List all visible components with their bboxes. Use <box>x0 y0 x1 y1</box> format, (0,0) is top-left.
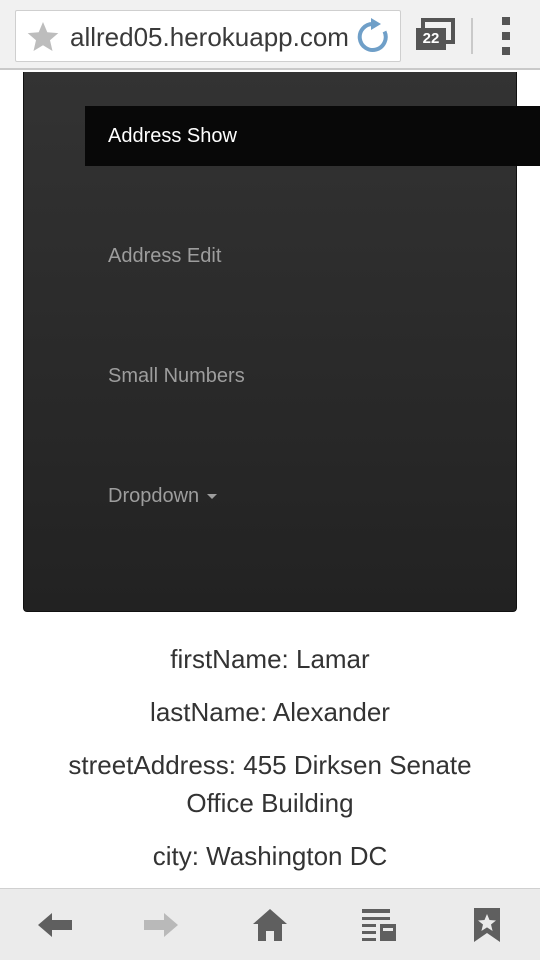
nav-item-address-show[interactable]: Address Show <box>85 106 540 166</box>
caret-down-icon <box>207 494 218 500</box>
street-address-text: streetAddress: 455 Dirksen Senate Office… <box>68 750 472 818</box>
address-details: firstName: Lamar lastName: Alexander str… <box>40 640 500 875</box>
bookmarks-icon[interactable] <box>468 907 506 943</box>
nav-item-small-numbers[interactable]: Small Numbers <box>85 346 245 406</box>
browser-bottom-bar <box>0 888 540 960</box>
home-icon[interactable] <box>251 907 289 943</box>
nav-item-label: Address Edit <box>108 245 222 267</box>
tab-count: 22 <box>422 30 440 47</box>
nav-item-address-edit[interactable]: Address Edit <box>85 226 221 286</box>
back-arrow-icon[interactable] <box>36 907 74 943</box>
url-text[interactable]: allred05.herokuapp.com <box>70 22 352 52</box>
page: allred05.herokuapp.com 22 Address Show A… <box>0 0 540 960</box>
address-bar[interactable]: allred05.herokuapp.com <box>15 10 401 62</box>
nav-item-dropdown[interactable]: Dropdown <box>85 466 218 526</box>
navbar-collapse: Address Show Address Edit Small Numbers … <box>23 72 540 612</box>
city-text: city: Washington DC <box>152 841 388 871</box>
browser-toolbar: allred05.herokuapp.com 22 <box>0 0 540 70</box>
reload-icon[interactable] <box>354 18 392 56</box>
reader-icon[interactable] <box>361 907 399 943</box>
forward-arrow-icon[interactable] <box>142 907 180 943</box>
last-name-text: lastName: Alexander <box>150 697 390 727</box>
nav-item-label: Address Show <box>108 125 237 147</box>
star-icon[interactable] <box>26 20 60 54</box>
nav-item-label: Small Numbers <box>108 365 245 387</box>
toolbar-divider <box>471 18 473 54</box>
tabs-icon[interactable]: 22 <box>414 18 458 54</box>
menu-icon[interactable] <box>494 17 518 55</box>
nav-item-label: Dropdown <box>108 485 200 507</box>
first-name-text: firstName: Lamar <box>170 644 370 674</box>
